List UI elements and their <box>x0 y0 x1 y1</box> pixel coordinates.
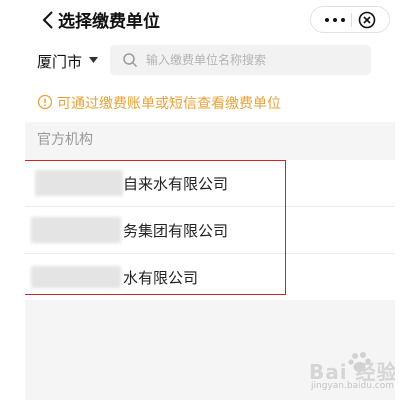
app-frame: 选择缴费单位 厦门市 输入缴费单位名称搜索 可通过缴费账单或短信查看缴费单位 官… <box>25 0 395 400</box>
caret-down-icon[interactable] <box>89 57 98 63</box>
section-title: 官方机构 <box>37 132 93 148</box>
redacted-text <box>35 170 123 196</box>
more-icon[interactable] <box>321 12 349 28</box>
company-name: 水有限公司 <box>123 269 199 287</box>
company-name: 自来水有限公司 <box>123 175 229 193</box>
company-list: 自来水有限公司 务集团有限公司 水有限公司 <box>25 160 395 300</box>
list-item[interactable]: 务集团有限公司 <box>25 207 395 254</box>
company-name: 务集团有限公司 <box>123 222 229 240</box>
search-row: 厦门市 <box>25 40 395 82</box>
search-icon <box>123 53 138 68</box>
chevron-left-icon[interactable] <box>39 10 59 30</box>
list-item[interactable]: 自来水有限公司 <box>25 160 395 207</box>
capsule-divider <box>351 13 352 27</box>
nav-bar: 选择缴费单位 <box>25 0 395 40</box>
redacted-text <box>31 266 121 288</box>
tip-text: 可通过缴费账单或短信查看缴费单位 <box>57 96 281 112</box>
watermark: Bai 经验 jingyan.baidu.com <box>307 350 395 398</box>
search-input[interactable] <box>146 45 361 75</box>
info-circle-icon <box>37 94 53 110</box>
menu-capsule <box>310 6 390 33</box>
search-box[interactable] <box>110 45 371 75</box>
redacted-text <box>31 217 121 243</box>
tip-banner: 可通过缴费账单或短信查看缴费单位 <box>25 82 395 122</box>
watermark-subtext: jingyan.baidu.com <box>311 381 395 391</box>
page-title: 选择缴费单位 <box>58 12 160 32</box>
list-item[interactable]: 水有限公司 <box>25 254 395 301</box>
close-circle-icon[interactable] <box>357 10 377 30</box>
city-selector[interactable]: 厦门市 <box>37 51 82 72</box>
